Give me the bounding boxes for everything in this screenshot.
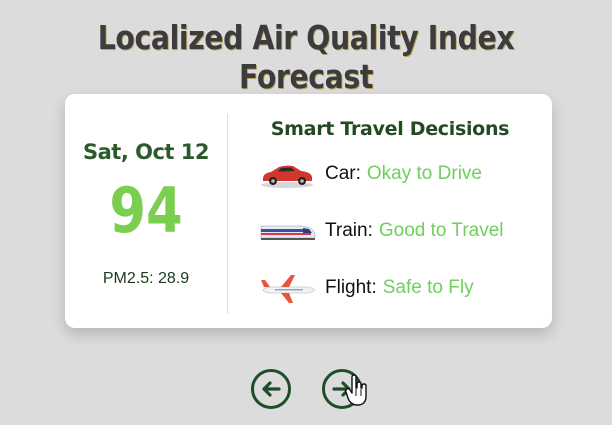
travel-status: Good to Travel bbox=[378, 220, 504, 241]
hand-cursor-icon bbox=[344, 374, 367, 406]
travel-item-train: Train: Good to Travel bbox=[257, 214, 547, 248]
card-divider bbox=[227, 114, 228, 314]
previous-day-button[interactable] bbox=[251, 369, 291, 409]
travel-mode-label: Flight: bbox=[325, 277, 377, 298]
train-icon bbox=[260, 225, 316, 240]
forecast-date: Sat, Oct 12 bbox=[83, 140, 210, 164]
travel-status: Okay to Drive bbox=[366, 163, 482, 184]
travel-item-car: Car: Okay to Drive bbox=[257, 157, 547, 191]
airplane-icon bbox=[261, 275, 316, 303]
travel-heading: Smart Travel Decisions bbox=[270, 118, 510, 140]
forecast-card: Sat, Oct 12 94 PM2.5: 28.9 Smart Travel … bbox=[65, 94, 552, 328]
aqi-value: 94 bbox=[109, 174, 183, 247]
travel-mode-label: Car: bbox=[325, 163, 361, 184]
car-icon bbox=[261, 165, 313, 188]
arrow-left-circle-icon bbox=[262, 381, 281, 397]
page-title: Localized Air Quality Index Forecast bbox=[97, 18, 515, 96]
travel-mode-label: Train: bbox=[325, 220, 373, 241]
travel-status: Safe to Fly bbox=[382, 277, 474, 298]
pm25-reading: PM2.5: 28.9 bbox=[102, 270, 190, 287]
travel-item-flight: Flight: Safe to Fly bbox=[257, 271, 547, 305]
